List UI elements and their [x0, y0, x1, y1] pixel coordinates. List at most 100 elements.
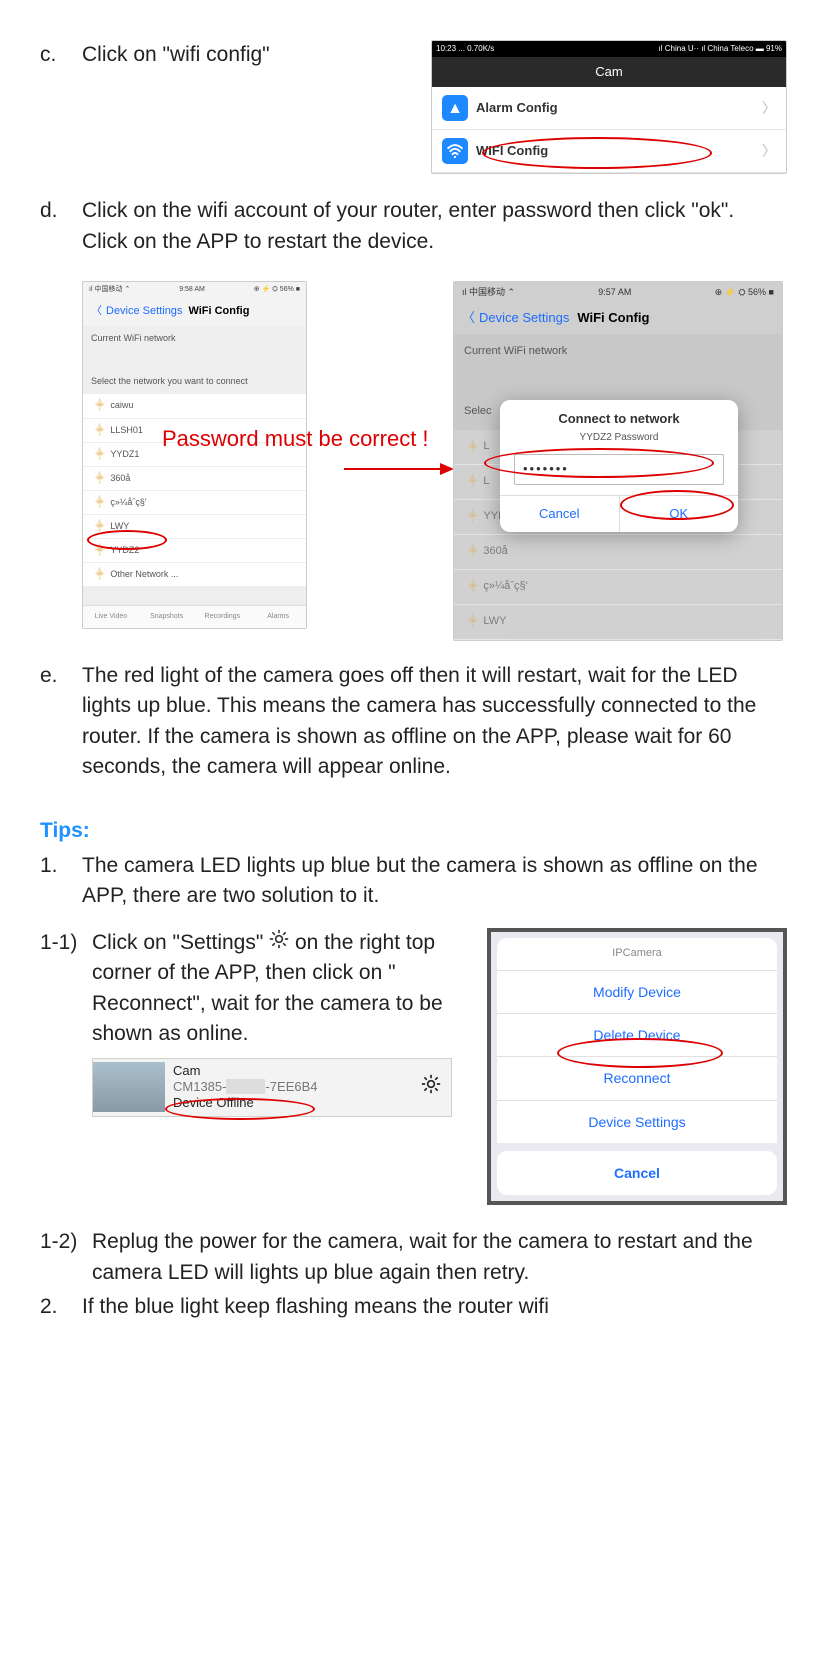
row-alarm-config[interactable]: ▲ Alarm Config 〉: [432, 87, 786, 130]
status-left: 10:23 ... 0.70K/s: [436, 43, 494, 55]
spacer: [83, 587, 306, 605]
tab-recordings[interactable]: Recordings: [195, 606, 251, 628]
row-alarm-label: Alarm Config: [476, 99, 558, 118]
sheet-settings[interactable]: Device Settings: [497, 1100, 777, 1143]
step-e-label: e.: [40, 661, 68, 691]
wifi-signal-icon: ⸎: [468, 615, 477, 628]
password-input[interactable]: •••••••: [514, 454, 724, 485]
tab-bar: Live Video Snapshots Recordings Alarms: [83, 605, 306, 628]
tip-1-body: The camera LED lights up blue but the ca…: [82, 851, 787, 912]
camera-info: Cam CM1385-xxxxxx-7EE6B4 Device Offline: [165, 1059, 411, 1116]
chevron-right-icon: 〉: [762, 141, 776, 161]
tab-alarms[interactable]: Alarms: [250, 606, 306, 628]
tip-2-label: 2.: [40, 1292, 68, 1322]
row-wifi-config[interactable]: WIFI Config 〉: [432, 130, 786, 173]
status-right: ıl China U·· ıl China Teleco ▬ 91%: [659, 43, 782, 55]
tab-live[interactable]: Live Video: [83, 606, 139, 628]
wifi-signal-icon: ⸎: [95, 424, 104, 437]
step-d-label: d.: [40, 196, 68, 226]
tip-1-row: 1. The camera LED lights up blue but the…: [40, 851, 787, 912]
status-bar: ıl 中国移动 ⌃ 9:58 AM ⊕ ⚡ ⛭ 56% ■: [83, 282, 306, 298]
sheet-title: IPCamera: [497, 938, 777, 970]
wifi-row[interactable]: ⸎ ç»¼åˆç§': [83, 491, 306, 515]
wifi-signal-icon: ⸎: [95, 544, 104, 557]
wifi-signal-icon: ⸎: [468, 441, 477, 454]
nav-back-label: Device Settings: [479, 309, 569, 328]
wifi-row-other[interactable]: ⸎ Other Network ...: [83, 563, 306, 587]
tip-1-2-body: Replug the power for the camera, wait fo…: [92, 1227, 787, 1288]
tab-snapshots[interactable]: Snapshots: [139, 606, 195, 628]
screenshot-cam-offline: Cam CM1385-xxxxxx-7EE6B4 Device Offline: [92, 1058, 452, 1117]
wifi-name: LWY: [483, 614, 506, 630]
nav-back-label: Device Settings: [106, 304, 182, 320]
wifi-name: YYDZ1: [110, 448, 139, 461]
sheet-reconnect[interactable]: Reconnect: [497, 1056, 777, 1099]
step-d-body2: Click on the APP to restart the device.: [82, 227, 787, 257]
tip-1-1-label: 1-1): [40, 928, 80, 1205]
wifi-name: ç»¼åˆç§': [110, 496, 146, 509]
wifi-row[interactable]: ⸎ LLSH01: [83, 419, 306, 443]
nav-title: Cam: [432, 57, 786, 88]
step-e-body: The red light of the camera goes off the…: [82, 661, 787, 783]
step-c-row: c. Click on "wifi config" 10:23 ... 0.70…: [40, 40, 787, 174]
chevron-left-icon: 〈: [91, 304, 102, 320]
screenshot-pair: ıl 中国移动 ⌃ 9:58 AM ⊕ ⚡ ⛭ 56% ■ 〈 Device S…: [82, 281, 787, 640]
camera-name: Cam: [173, 1063, 403, 1079]
ok-button[interactable]: OK: [620, 496, 739, 533]
screenshot-action-sheet: IPCamera Modify Device Delete Device Rec…: [487, 928, 787, 1205]
wifi-signal-icon: ⸎: [95, 568, 104, 581]
row-wifi-label: WIFI Config: [476, 142, 548, 161]
wifi-name: LLSH01: [110, 424, 143, 437]
tip-1-label: 1.: [40, 851, 68, 881]
wifi-signal-icon: ⸎: [95, 496, 104, 509]
sheet-reconnect-label: Reconnect: [604, 1070, 671, 1086]
dialog-buttons: Cancel OK: [500, 495, 738, 533]
status-mid: 9:58 AM: [179, 285, 205, 295]
status-right: ⊕ ⚡ ⛭ 56% ■: [254, 285, 300, 295]
section-current: Current WiFi network: [454, 334, 782, 370]
step-e-row: e. The red light of the camera goes off …: [40, 661, 787, 783]
alarm-icon: ▲: [442, 95, 468, 121]
screenshot-wifi-dialog: ıl 中国移动 ⌃ 9:57 AM ⊕ ⚡ ⛭ 56% ■ 〈 Device S…: [453, 281, 783, 640]
camera-status: Device Offline: [173, 1095, 403, 1111]
wifi-row-yydz2[interactable]: ⸎ YYDZ2: [83, 539, 306, 563]
tip-1-2-row: 1-2) Replug the power for the camera, wa…: [40, 1227, 787, 1288]
wifi-name: Other Network ...: [110, 568, 178, 581]
wifi-row[interactable]: ⸎ YYDZ1: [83, 443, 306, 467]
wifi-signal-icon: ⸎: [468, 475, 477, 488]
wifi-name: LWY: [110, 520, 129, 533]
wifi-signal-icon: ⸎: [468, 580, 477, 593]
wifi-name: L: [483, 439, 489, 455]
tip-1-2-label: 1-2): [40, 1227, 80, 1288]
status-mid: 9:57 AM: [598, 286, 631, 299]
wifi-name: 360å: [110, 472, 130, 485]
tip-1-1-textcol: Click on "Settings" on the right top cor…: [92, 928, 469, 1205]
wifi-name: YYDZ2: [110, 544, 139, 557]
wifi-name: caiwu: [110, 399, 133, 412]
wifi-signal-icon: ⸎: [468, 510, 477, 523]
tip-2-row: 2. If the blue light keep flashing means…: [40, 1292, 787, 1322]
sheet-modify[interactable]: Modify Device: [497, 970, 777, 1013]
tip-1-1-row: 1-1) Click on "Settings" on the right to…: [40, 928, 787, 1205]
wifi-icon: [442, 138, 468, 164]
wifi-signal-icon: ⸎: [95, 448, 104, 461]
wifi-row[interactable]: ⸎ LWY: [83, 515, 306, 539]
step-c-body: Click on "wifi config": [82, 40, 270, 70]
dialog-subtitle: YYDZ2 Password: [500, 431, 738, 454]
screenshot-cam-settings: 10:23 ... 0.70K/s ıl China U·· ıl China …: [431, 40, 787, 174]
wifi-signal-icon: ⸎: [95, 520, 104, 533]
nav-title: WiFi Config: [577, 309, 649, 328]
nav-title: WiFi Config: [188, 304, 249, 320]
sheet-delete[interactable]: Delete Device: [497, 1013, 777, 1056]
status-bar: 10:23 ... 0.70K/s ıl China U·· ıl China …: [432, 41, 786, 57]
cancel-button[interactable]: Cancel: [500, 496, 620, 533]
wifi-row[interactable]: ⸎360å: [83, 467, 306, 491]
step-c-label: c.: [40, 40, 68, 70]
connect-dialog: Connect to network YYDZ2 Password ••••••…: [500, 400, 738, 532]
sheet-cancel[interactable]: Cancel: [497, 1151, 777, 1195]
tip-1-1-text-a: Click on "Settings": [92, 931, 263, 954]
wifi-row[interactable]: ⸎caiwu: [83, 394, 306, 418]
settings-button[interactable]: [411, 1074, 451, 1101]
nav-back[interactable]: 〈 Device Settings WiFi Config: [454, 303, 782, 334]
nav-back[interactable]: 〈 Device Settings WiFi Config: [83, 298, 306, 326]
